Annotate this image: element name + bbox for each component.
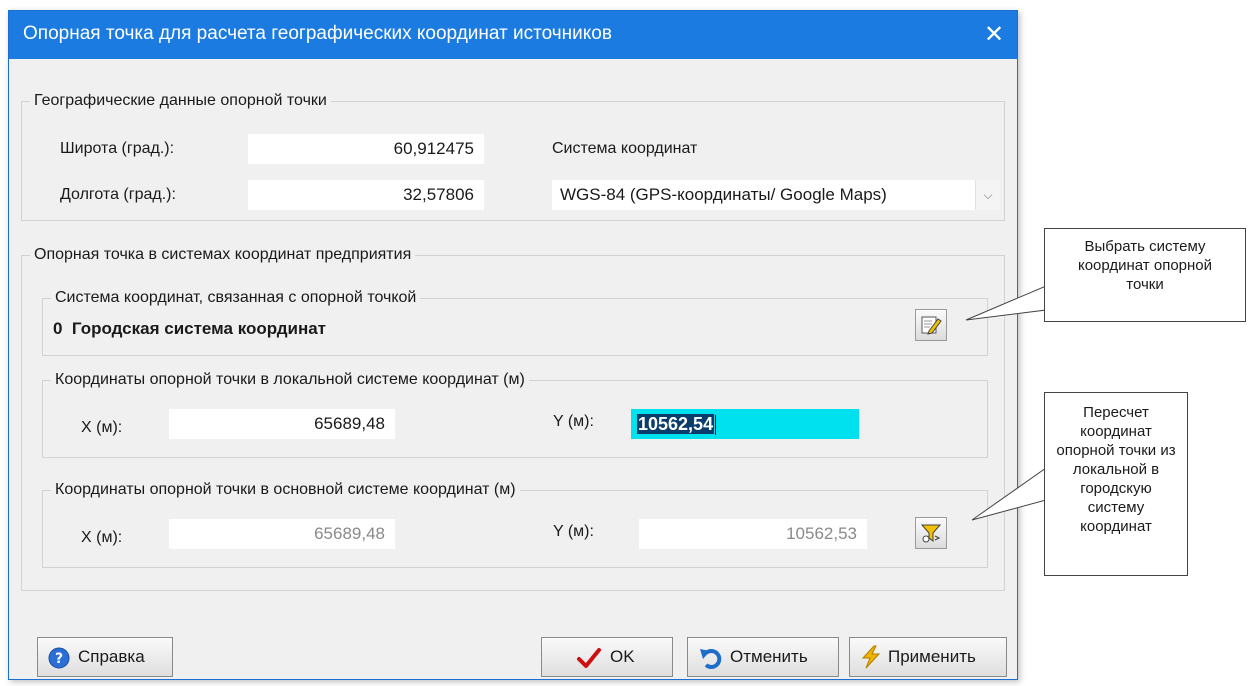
callout-select-crs: Выбрать систему координат опорной точки xyxy=(1044,228,1246,322)
callout-pointer-select xyxy=(965,285,1047,321)
callout-recalc-text: Пересчет координат опорной точки из лока… xyxy=(1056,404,1176,535)
callout-pointers xyxy=(965,285,1047,521)
callout-recalc: Пересчет координат опорной точки из лока… xyxy=(1044,392,1188,576)
callout-pointer-recalc xyxy=(971,467,1047,521)
callout-select-crs-text: Выбрать систему координат опорной точки xyxy=(1077,238,1213,293)
